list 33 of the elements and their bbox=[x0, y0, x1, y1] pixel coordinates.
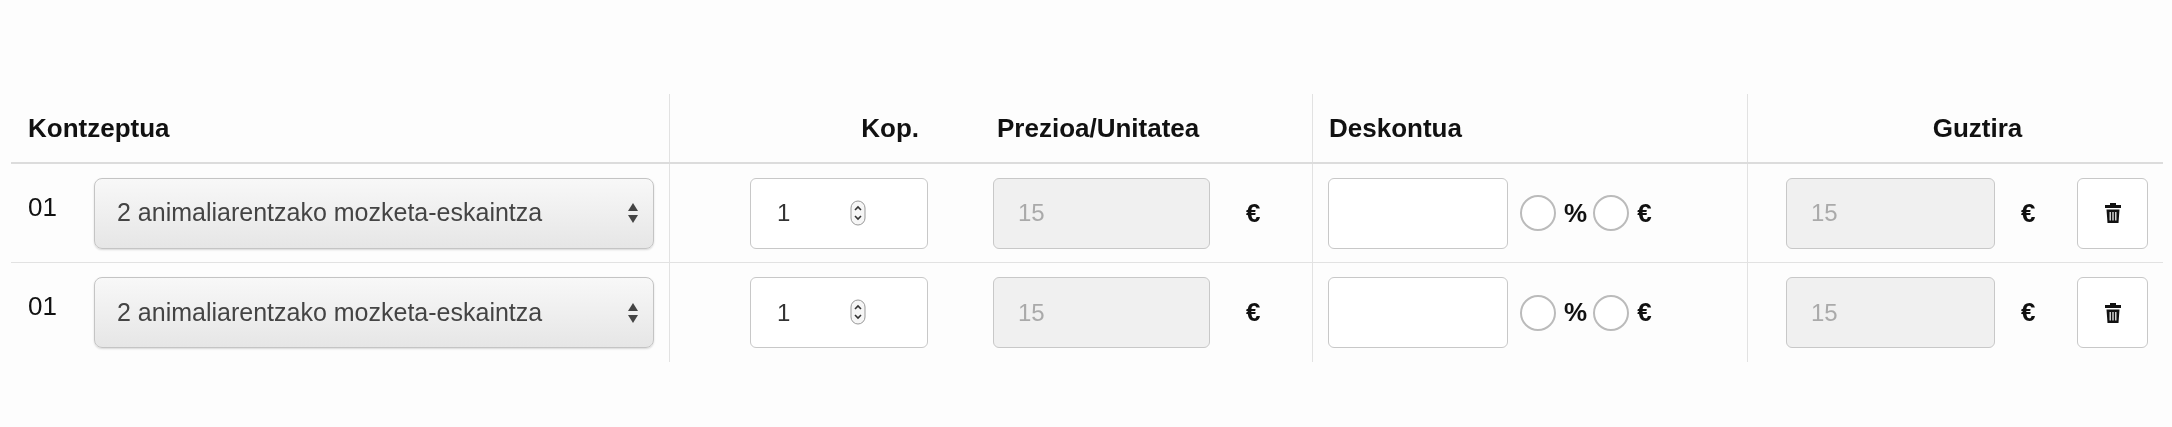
radio-label: € bbox=[1637, 296, 1652, 329]
column-header: Deskontua bbox=[1329, 111, 1462, 145]
radio-label: % bbox=[1564, 296, 1588, 329]
delete-button[interactable] bbox=[2077, 177, 2149, 249]
quantity-field[interactable]: 1 bbox=[750, 277, 928, 348]
column-header: Prezioa/Unitatea bbox=[997, 111, 1200, 145]
concept-select[interactable]: 2 animaliarentzako mozketa-eskaintza bbox=[94, 277, 654, 348]
column-header: Guztira bbox=[1932, 111, 2023, 145]
currency-label: € bbox=[1246, 296, 1261, 329]
row-number: 01 bbox=[28, 191, 58, 224]
spinner-icon[interactable] bbox=[850, 199, 866, 226]
radio-label: € bbox=[1637, 196, 1652, 230]
spinner-icon[interactable] bbox=[850, 299, 866, 325]
sort-arrows-icon bbox=[627, 301, 639, 324]
currency-label: € bbox=[2021, 296, 2036, 329]
discount-field[interactable] bbox=[1328, 277, 1508, 348]
trash-icon bbox=[2103, 301, 2122, 324]
discount-field[interactable] bbox=[1328, 177, 1508, 249]
radio-button[interactable] bbox=[1593, 294, 1630, 331]
concept-select[interactable]: 2 animaliarentzako mozketa-eskaintza bbox=[94, 177, 654, 249]
column-header: Kontzeptua bbox=[28, 111, 170, 145]
sort-arrows-icon bbox=[627, 202, 639, 224]
currency-label: € bbox=[1246, 196, 1261, 230]
row-number: 01 bbox=[28, 290, 58, 323]
column-header: Kop. bbox=[861, 111, 919, 145]
radio-button[interactable] bbox=[1520, 294, 1556, 331]
delete-button[interactable] bbox=[2077, 277, 2149, 348]
quantity-field[interactable]: 1 bbox=[750, 177, 928, 249]
currency-label: € bbox=[2021, 196, 2036, 230]
radio-label: % bbox=[1564, 196, 1588, 230]
radio-button[interactable] bbox=[1593, 195, 1630, 231]
trash-icon bbox=[2103, 202, 2122, 224]
radio-button[interactable] bbox=[1520, 195, 1556, 231]
